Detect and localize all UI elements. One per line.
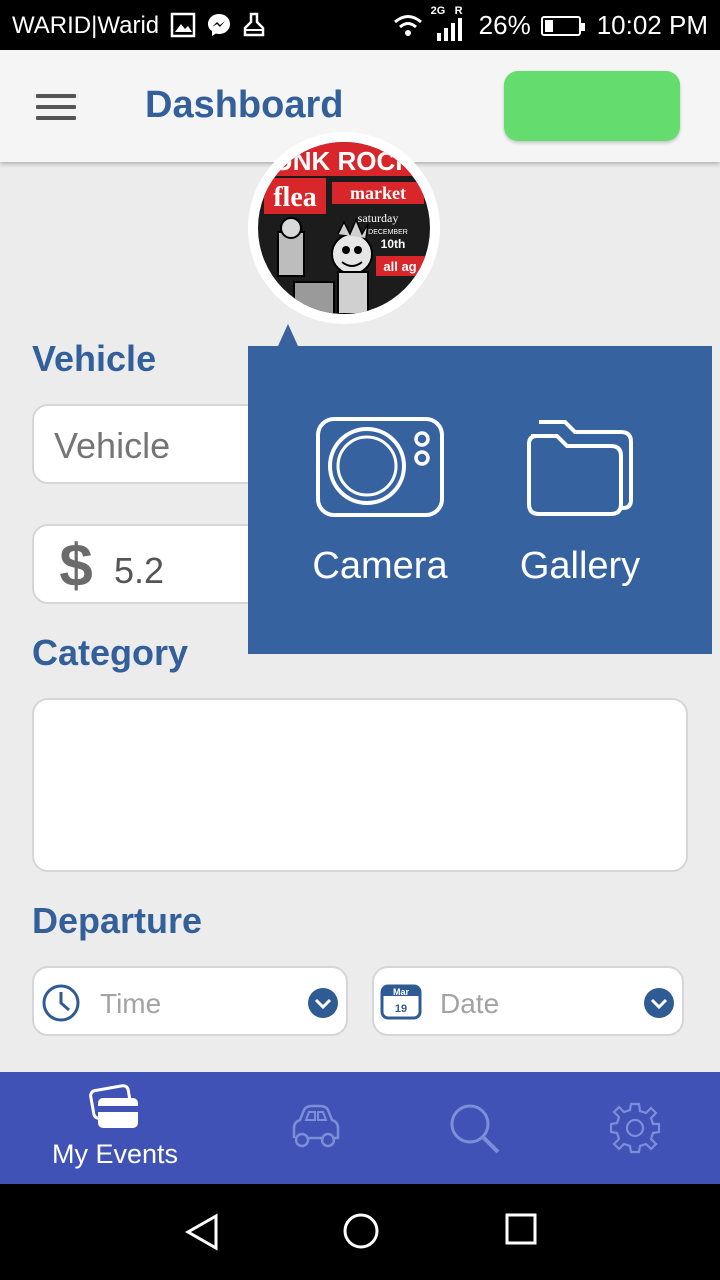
clock: 10:02 PM — [596, 10, 708, 40]
notification-icons — [170, 12, 266, 38]
wifi-icon — [393, 14, 422, 36]
status-bar: WARID|Warid 2G R 26% 10:02 PM — [0, 0, 720, 50]
bottom-navigation: My Events — [0, 1072, 720, 1184]
dollar-icon: $ — [59, 534, 92, 594]
poster-age: all ag — [383, 259, 416, 274]
cleaner-notification-icon — [243, 12, 265, 37]
nav-my-events[interactable]: My Events — [30, 1072, 200, 1184]
date-picker[interactable]: Mar 19 Date — [372, 966, 684, 1036]
gallery-notification-icon — [170, 12, 196, 38]
nav-settings[interactable] — [590, 1072, 680, 1184]
camera-option[interactable]: Camera — [300, 416, 460, 588]
folder-icon — [527, 420, 633, 516]
clock-icon — [42, 984, 80, 1022]
camera-icon — [316, 417, 444, 517]
recents-icon[interactable] — [504, 1212, 538, 1246]
nav-my-events-label: My Events — [51, 1139, 179, 1169]
calendar-day: 19 — [395, 1003, 407, 1015]
poster-day: saturday — [358, 211, 399, 225]
calendar-month: Mar — [393, 987, 410, 997]
car-icon — [292, 1104, 340, 1148]
calendar-icon: Mar 19 — [380, 984, 422, 1020]
poster-date: 10th — [381, 237, 406, 251]
time-picker[interactable]: Time — [32, 966, 348, 1036]
category-label: Category — [32, 632, 189, 673]
messenger-icon — [208, 14, 230, 36]
camera-label: Camera — [312, 545, 448, 587]
signal-icon: 2G R — [431, 5, 469, 41]
svg-text:$: $ — [59, 534, 92, 594]
gallery-label: Gallery — [519, 545, 641, 587]
back-icon[interactable] — [182, 1212, 222, 1252]
gallery-option[interactable]: Gallery — [500, 416, 660, 588]
chevron-down-icon[interactable] — [644, 988, 674, 1018]
poster-month: DECEMBER — [368, 229, 408, 236]
page-title: Dashboard — [145, 84, 344, 126]
home-icon[interactable] — [342, 1212, 380, 1250]
nav-search[interactable] — [430, 1072, 520, 1184]
date-placeholder: Date — [440, 988, 500, 1019]
carrier-name: WARID|Warid — [12, 12, 160, 39]
vehicle-label: Vehicle — [32, 338, 157, 379]
departure-label: Departure — [32, 900, 203, 941]
chevron-down-icon[interactable] — [308, 988, 338, 1018]
nav-vehicles[interactable] — [270, 1072, 360, 1184]
category-field[interactable] — [32, 698, 688, 872]
cards-icon — [89, 1084, 138, 1128]
poster-heading: UNK ROCK — [274, 146, 414, 176]
action-button[interactable] — [504, 71, 680, 141]
gear-icon — [609, 1102, 661, 1154]
battery-percent: 26% — [478, 10, 531, 40]
event-poster-image: UNK ROCK flea market saturday DECEMBER 1… — [258, 142, 430, 314]
search-icon — [450, 1104, 500, 1154]
menu-icon[interactable] — [36, 94, 76, 120]
event-image[interactable]: UNK ROCK flea market saturday DECEMBER 1… — [248, 132, 440, 324]
status-right: 2G R 26% 10:02 PM — [393, 5, 708, 41]
price-value[interactable]: 5.2 — [114, 550, 164, 592]
poster-flea: flea — [273, 182, 317, 213]
poster-market: market — [350, 183, 406, 203]
image-source-popup: Camera Gallery — [248, 324, 712, 654]
time-placeholder: Time — [100, 988, 162, 1019]
battery-icon — [540, 15, 585, 36]
system-navigation-bar — [0, 1184, 720, 1280]
